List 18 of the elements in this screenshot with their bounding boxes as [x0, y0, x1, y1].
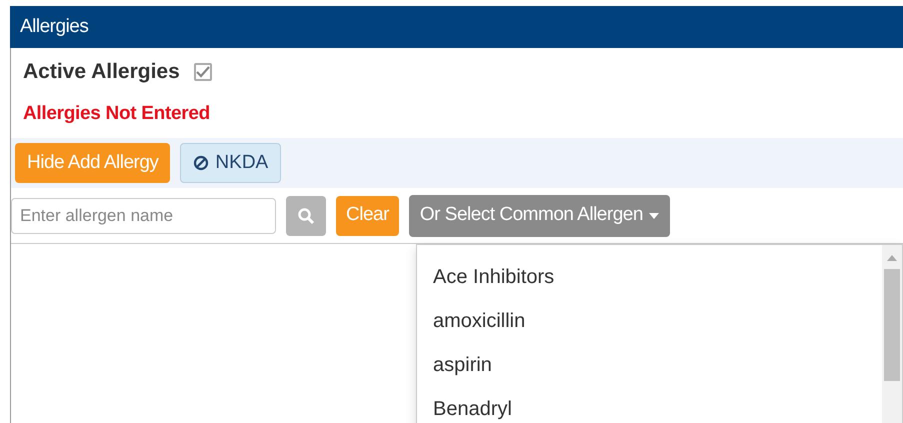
search-button[interactable] [286, 196, 326, 236]
allergen-option[interactable]: Ace Inhibitors [417, 255, 882, 299]
allergen-option[interactable]: aspirin [417, 343, 882, 387]
status-text: Allergies Not Entered [23, 102, 210, 126]
allergen-search-field[interactable]: Enter allergen name [11, 198, 276, 234]
check-icon [196, 66, 210, 78]
caret-icon [648, 212, 659, 218]
active-checkbox[interactable] [194, 63, 212, 81]
allergen-option[interactable]: Benadryl [417, 387, 882, 423]
scroll-up-icon [887, 255, 897, 261]
scrollbar-thumb[interactable] [884, 269, 900, 381]
search-icon [297, 206, 315, 224]
nkda-button[interactable]: NKDA [180, 143, 282, 183]
scrollbar[interactable] [882, 245, 902, 423]
allergen-option[interactable]: amoxicillin [417, 299, 882, 343]
section-title: Active Allergies [23, 59, 180, 86]
prohibited-icon [193, 155, 210, 171]
panel-header: Allergies [10, 6, 903, 48]
